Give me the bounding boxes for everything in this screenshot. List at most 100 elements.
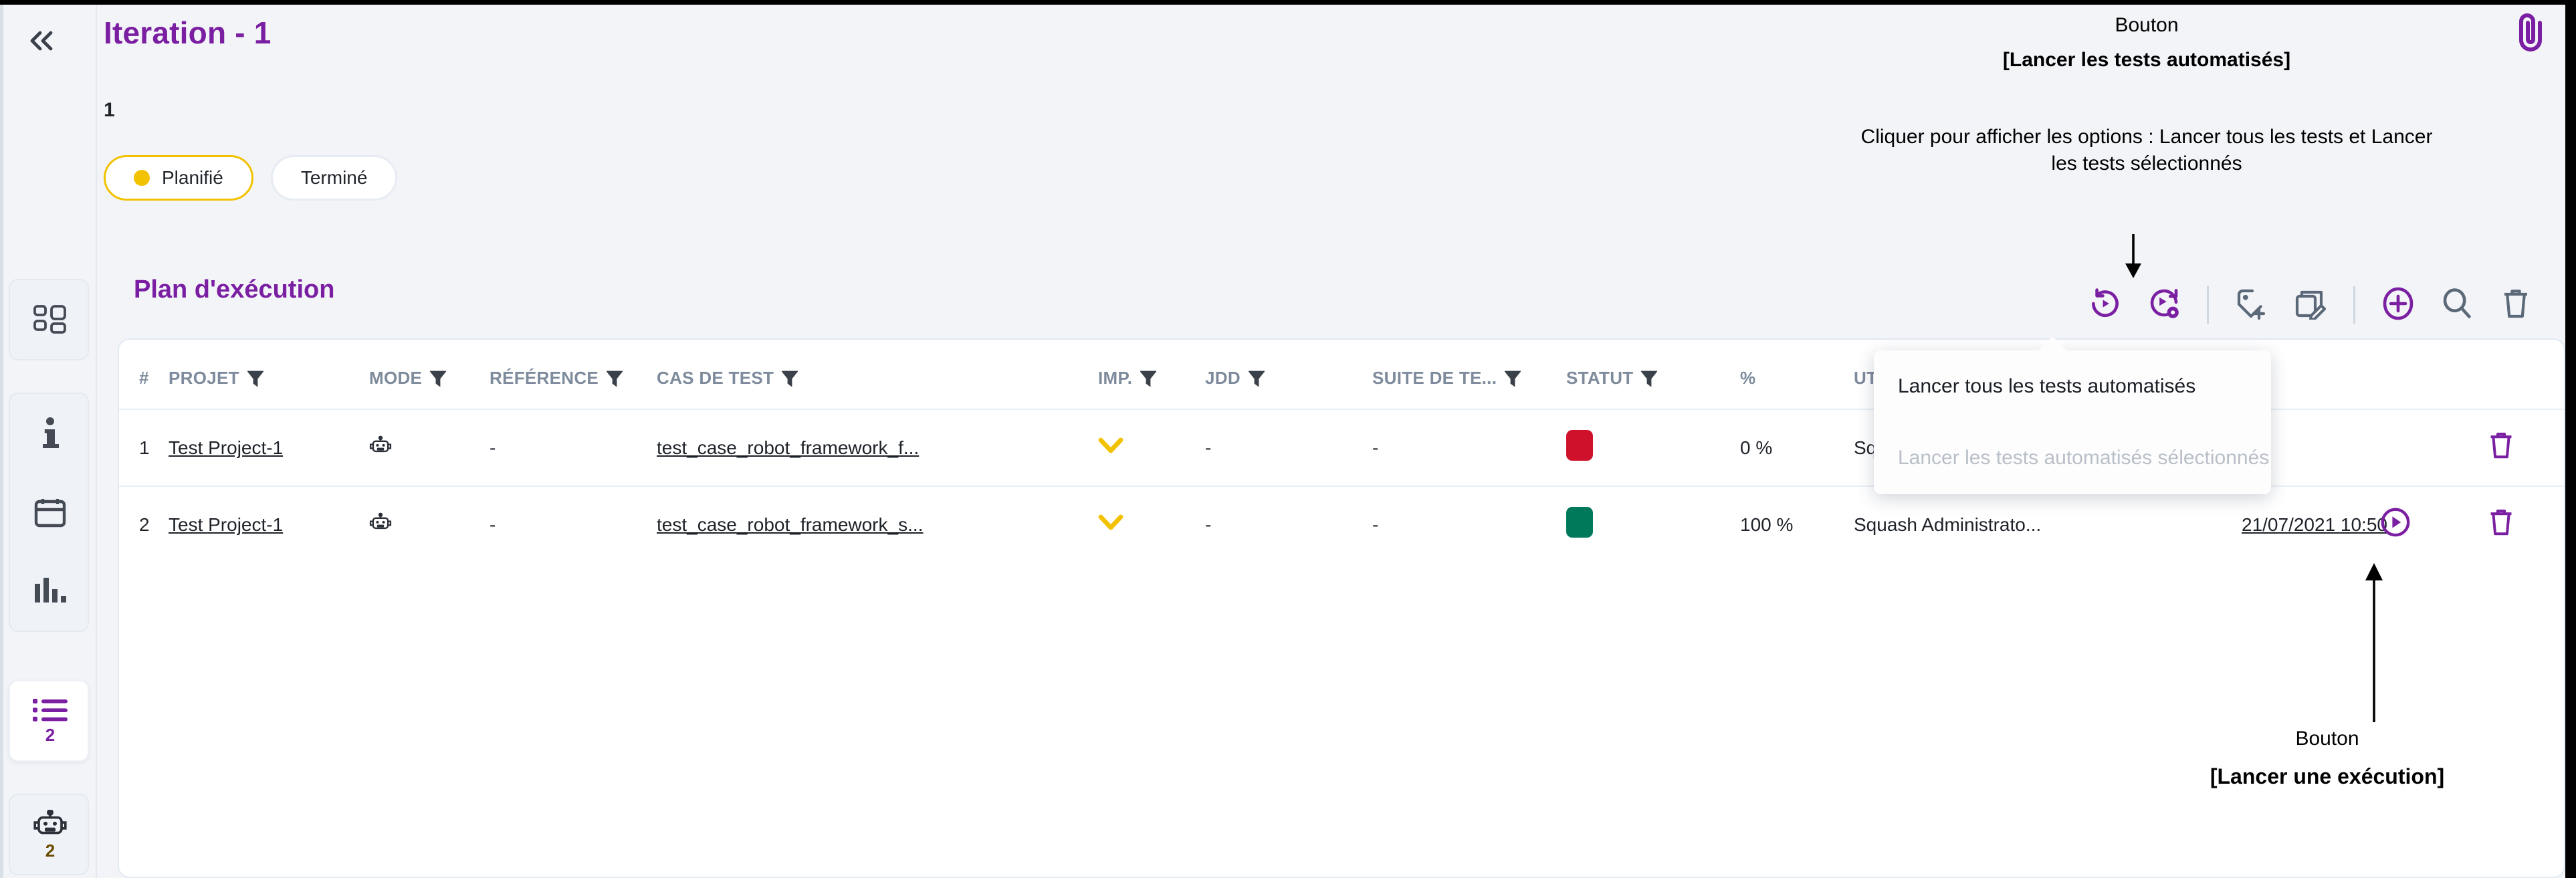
col-index: #: [119, 340, 169, 409]
col-jdd[interactable]: JDD: [1205, 340, 1372, 409]
annotation-arrow-up: [2354, 563, 2394, 722]
table-row[interactable]: 2 Test Project-1: [119, 486, 2565, 562]
col-run: [2355, 340, 2436, 409]
cell-mode: [369, 409, 490, 486]
cell-percent: 100 %: [1740, 486, 1854, 562]
plus-circle-icon: [2382, 286, 2414, 324]
cell-suite-de-test: -: [1372, 409, 1566, 486]
robot-icon: [33, 810, 68, 838]
col-importance[interactable]: IMP.: [1098, 340, 1205, 409]
robot-icon: [369, 516, 392, 536]
iteration-number: 1: [104, 99, 115, 122]
execution-plan-toolbar: [2076, 277, 2545, 333]
left-icon-rail: 2 2: [3, 5, 97, 878]
cell-run: [2355, 409, 2436, 486]
filter-icon: [247, 370, 263, 387]
sidebar-item-calendar[interactable]: [10, 473, 90, 552]
cell-statut: [1566, 409, 1740, 486]
annotation-bottom-line1: Bouton: [2093, 726, 2561, 752]
page-title: Iteration - 1: [104, 15, 272, 51]
col-percent: %: [1740, 340, 1854, 409]
calendar-icon: [34, 497, 66, 528]
cell-jdd: -: [1205, 486, 1372, 562]
annotation-top-line1: Bouton: [1846, 12, 2448, 39]
duplicate-edit-button[interactable]: [2281, 277, 2340, 333]
attachment-button[interactable]: [2513, 12, 2548, 56]
col-statut[interactable]: STATUT: [1566, 340, 1740, 409]
cell-index: 1: [119, 409, 169, 486]
filter-icon: [430, 370, 446, 387]
rail-group-execution-plan: 2: [9, 680, 89, 762]
trash-icon[interactable]: [2488, 444, 2514, 465]
delete-button[interactable]: [2486, 277, 2545, 333]
status-pill-termine[interactable]: Terminé: [271, 155, 398, 201]
status-pill-label: Planifié: [162, 167, 223, 189]
run-automated-tests-button[interactable]: [2135, 277, 2193, 333]
annotation-arrow-down: [2113, 234, 2153, 282]
cell-date[interactable]: 21/07/2021 10:50: [2242, 486, 2355, 562]
cell-reference: -: [490, 486, 657, 562]
col-projet[interactable]: PROJET: [169, 340, 369, 409]
rail-group-automation: 2: [9, 794, 89, 875]
cell-index: 2: [119, 486, 169, 562]
robot-icon: [369, 439, 392, 459]
menu-item-run-selected-automated: Lancer les tests automatisés sélectionné…: [1874, 422, 2271, 493]
cell-importance: [1098, 409, 1205, 486]
col-cas-de-test[interactable]: CAS DE TEST: [657, 340, 1098, 409]
cell-delete[interactable]: [2436, 486, 2565, 562]
bar-chart-icon: [33, 577, 67, 605]
run-automated-tests-dropdown: Lancer tous les tests automatisés Lancer…: [1874, 350, 2271, 494]
play-circle-icon[interactable]: [2380, 521, 2411, 542]
cell-projet[interactable]: Test Project-1: [169, 486, 369, 562]
rail-group-details: [9, 393, 89, 632]
menu-item-run-all-automated[interactable]: Lancer tous les tests automatisés: [1874, 350, 2271, 422]
filter-icon: [607, 370, 623, 387]
cell-cas-de-test[interactable]: test_case_robot_framework_f...: [657, 409, 1098, 486]
chevron-down-icon: [1098, 514, 1123, 535]
cell-suite-de-test: -: [1372, 486, 1566, 562]
rerun-icon: [2089, 288, 2121, 323]
sidebar-item-dashboard[interactable]: [10, 280, 90, 359]
add-button[interactable]: [2369, 277, 2428, 333]
col-mode[interactable]: MODE: [369, 340, 490, 409]
paperclip-icon: [2513, 43, 2548, 55]
chevron-down-icon: [1098, 437, 1123, 458]
app-screen: 2 2: [0, 0, 2576, 878]
filter-icon: [1641, 370, 1657, 387]
toolbar-separator: [2353, 286, 2355, 324]
cell-utilisateur: Squash Administrato...: [1854, 486, 2242, 562]
list-icon: [33, 698, 68, 722]
annotation-top-line3: Cliquer pour afficher les options : Lanc…: [1852, 124, 2441, 177]
filter-icon: [782, 370, 798, 387]
status-badge: [1566, 507, 1593, 538]
search-button[interactable]: [2428, 277, 2486, 333]
sidebar-item-information[interactable]: [10, 394, 90, 473]
trash-icon[interactable]: [2488, 521, 2514, 542]
add-tag-button[interactable]: [2222, 277, 2281, 333]
annotation-top-line2: [Lancer les tests automatisés]: [1846, 47, 2448, 74]
run-automated-tests-icon: [2147, 286, 2181, 324]
cell-delete[interactable]: [2436, 409, 2565, 486]
cell-percent: 0 %: [1740, 409, 1854, 486]
trash-icon: [2501, 287, 2531, 324]
sidebar-item-execution-plan[interactable]: 2: [10, 681, 90, 760]
sidebar-item-automation[interactable]: 2: [10, 795, 90, 874]
cell-projet[interactable]: Test Project-1: [169, 409, 369, 486]
col-reference[interactable]: RÉFÉRENCE: [490, 340, 657, 409]
dashboard-blocks-icon: [33, 305, 67, 334]
sidebar-item-statistics[interactable]: [10, 552, 90, 631]
cell-importance: [1098, 486, 1205, 562]
top-edge: [0, 0, 2576, 5]
chevron-double-left-icon: [28, 29, 55, 56]
cell-mode: [369, 486, 490, 562]
filter-icon: [1505, 370, 1521, 387]
cell-jdd: -: [1205, 409, 1372, 486]
status-pill-planifie[interactable]: Planifié: [104, 155, 253, 201]
status-pill-group: Planifié Terminé: [104, 155, 397, 201]
col-suite-de-test[interactable]: SUITE DE TE...: [1372, 340, 1566, 409]
col-delete: [2436, 340, 2565, 409]
search-icon: [2441, 288, 2473, 323]
rerun-button[interactable]: [2076, 277, 2135, 333]
collapse-sidebar-button[interactable]: [21, 25, 62, 59]
cell-cas-de-test[interactable]: test_case_robot_framework_s...: [657, 486, 1098, 562]
